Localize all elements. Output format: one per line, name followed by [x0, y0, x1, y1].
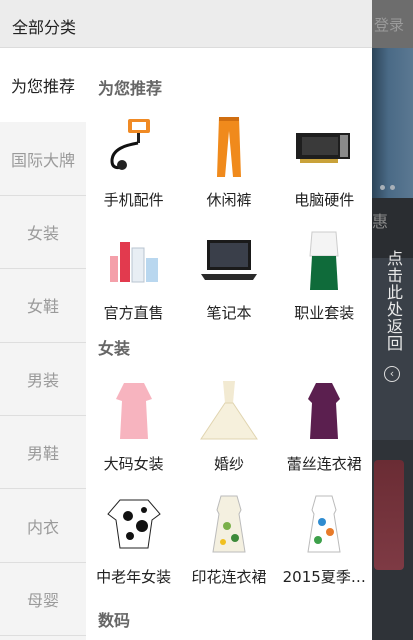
chevron-left-icon: ‹: [384, 366, 400, 382]
category-item-baby[interactable]: 母婴: [0, 563, 86, 637]
background-login-label: 登录: [374, 16, 405, 34]
banner-indicator-dot: [380, 185, 385, 190]
subcategory-item[interactable]: 休闲裤: [181, 109, 276, 222]
luggage-image: [374, 460, 404, 570]
subcategory-label: 2015夏季…: [282, 568, 366, 586]
lace-dress-icon: [308, 383, 341, 439]
subcategory-item[interactable]: 婚纱: [181, 373, 276, 486]
subcategory-label: 官方直售: [103, 304, 164, 322]
suit-icon: [309, 231, 339, 290]
return-label: 点击此处返回: [384, 250, 403, 352]
subcategory-label: 电脑硬件: [294, 191, 355, 209]
drawer-title: 全部分类: [12, 18, 77, 37]
category-item-mens-clothing[interactable]: 男装: [0, 343, 86, 416]
subcategory-label: 蕾丝连衣裙: [286, 455, 362, 473]
subcategory-label: 中老年女装: [96, 568, 172, 586]
category-label: 为您推荐: [10, 77, 75, 97]
category-label: 国际大牌: [10, 150, 75, 170]
section-title: 为您推荐: [98, 79, 163, 98]
subcategory-item[interactable]: 手机配件: [86, 109, 181, 222]
background-banner: [372, 48, 413, 198]
return-button[interactable]: 点击此处返回 ‹: [378, 250, 408, 382]
category-item-brands[interactable]: 国际大牌: [0, 122, 86, 196]
subcategory-item[interactable]: 电脑硬件: [277, 109, 372, 222]
category-item-underwear[interactable]: 内衣: [0, 489, 86, 563]
subcategory-grid: 手机配件 休闲裤 电脑硬件 官方直售 笔记本 职业套装: [86, 109, 372, 335]
section-title: 数码: [98, 611, 131, 630]
subcategory-item[interactable]: 印花连衣裙: [181, 486, 276, 599]
section-title: 女装: [98, 339, 131, 358]
category-content: 为您推荐 手机配件 休闲裤 电脑硬件 官方直售 笔记本 职业套装 女装 大码女装…: [86, 49, 372, 640]
subcategory-label: 笔记本: [206, 304, 252, 322]
drawer-header: 全部分类: [0, 0, 372, 48]
category-label: 男装: [26, 370, 59, 390]
category-label: 内衣: [26, 517, 59, 537]
subcategory-item[interactable]: 笔记本: [181, 222, 276, 335]
subcategory-label: 手机配件: [103, 191, 164, 209]
cosmetics-icon: [109, 242, 158, 283]
subcategory-label: 婚纱: [213, 455, 244, 473]
category-label: 母婴: [26, 590, 59, 610]
graphics-card-icon: [296, 133, 351, 163]
subcategory-label: 印花连衣裙: [191, 568, 267, 586]
subcategory-item[interactable]: 中老年女装: [86, 486, 181, 599]
category-item-recommended[interactable]: 为您推荐: [0, 49, 86, 123]
subcategory-label: 休闲裤: [206, 191, 252, 209]
background-partial-text: 惠: [372, 212, 389, 231]
subcategory-label: 大码女装: [103, 455, 164, 473]
floral-blouse-icon: [106, 499, 161, 549]
category-label: 女装: [26, 223, 59, 243]
print-dress-icon: [212, 495, 246, 553]
laptop-icon: [200, 240, 257, 280]
category-label: 女鞋: [26, 297, 59, 317]
category-item-mens-shoes[interactable]: 男鞋: [0, 416, 86, 490]
subcategory-grid: 大码女装 婚纱 蕾丝连衣裙 中老年女装 印花连衣裙 2015夏季…: [86, 373, 372, 599]
category-item-womens-clothing[interactable]: 女装: [0, 196, 86, 270]
subcategory-item[interactable]: 蕾丝连衣裙: [277, 373, 372, 486]
subcategory-item[interactable]: 2015夏季…: [277, 486, 372, 599]
category-list: 为您推荐 国际大牌 女装 女鞋 男装 男鞋 内衣 母婴: [0, 49, 86, 640]
subcategory-item[interactable]: 大码女装: [86, 373, 181, 486]
category-drawer: 全部分类 为您推荐 国际大牌 女装 女鞋 男装 男鞋 内衣 母婴 为您推荐 手机…: [0, 0, 372, 640]
phone-holder-icon: [110, 119, 150, 170]
subcategory-label: 职业套装: [294, 304, 355, 322]
wedding-dress-icon: [200, 381, 258, 440]
pants-icon: [216, 117, 241, 177]
subcategory-item[interactable]: 官方直售: [86, 222, 181, 335]
banner-indicator-dot: [390, 185, 395, 190]
summer-dress-icon: [307, 495, 341, 553]
pink-dress-icon: [115, 383, 152, 439]
category-item-womens-shoes[interactable]: 女鞋: [0, 269, 86, 343]
category-label: 男鞋: [26, 444, 59, 464]
subcategory-item[interactable]: 职业套装: [277, 222, 372, 335]
